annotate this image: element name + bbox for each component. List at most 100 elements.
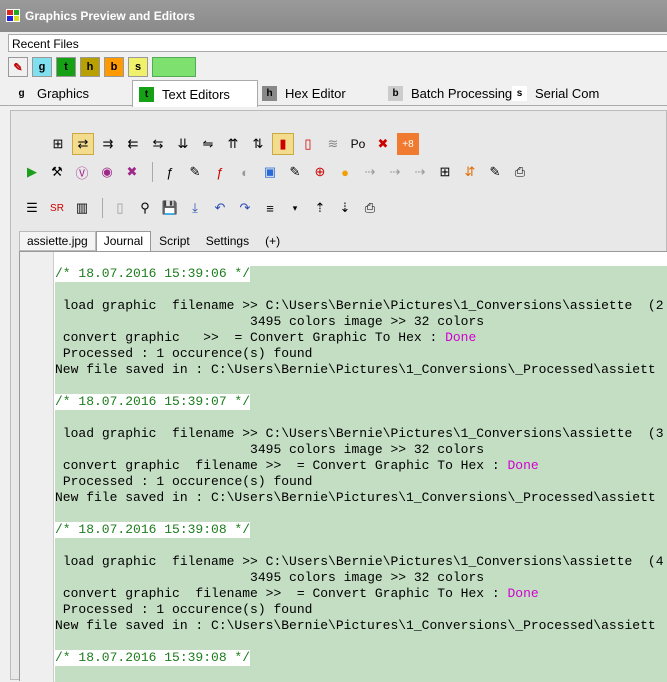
tab-label: Serial Com xyxy=(535,85,600,101)
orange-circle-icon[interactable]: ● xyxy=(334,161,356,183)
wave-icon[interactable]: ≋ xyxy=(322,133,344,155)
sort-up-icon[interactable]: ⇡ xyxy=(309,197,331,219)
window-title: Graphics Preview and Editors xyxy=(25,9,196,23)
b-icon: b xyxy=(388,85,403,101)
no-edit-icon[interactable]: ✎ xyxy=(8,57,28,77)
record-icon[interactable]: ◉ xyxy=(96,161,118,183)
log-line: convert graphic >> = Convert Graphic To … xyxy=(62,330,477,345)
columns-icon[interactable]: ▥ xyxy=(71,197,93,219)
tab-journal[interactable]: Journal xyxy=(95,231,152,251)
log-line: New file saved in : C:\Users\Bernie\Pict… xyxy=(55,490,656,505)
h-icon: h xyxy=(262,85,277,101)
g-icon: g xyxy=(18,87,25,99)
delete-red-icon[interactable]: ✖ xyxy=(372,133,394,155)
crop-icon[interactable]: ⇵ xyxy=(459,161,481,183)
h-key-icon[interactable]: h xyxy=(80,57,100,77)
half-circle-icon[interactable]: ◐ xyxy=(234,161,256,183)
square-icon[interactable]: ▣ xyxy=(259,161,281,183)
shift-down-icon[interactable]: ⇊ xyxy=(172,133,194,155)
tab-assiette[interactable]: assiette.jpg xyxy=(19,231,96,251)
v-icon[interactable]: Ⓥ xyxy=(71,161,93,183)
play-green-icon[interactable]: ▶ xyxy=(21,161,43,183)
format-icon[interactable]: ≡ xyxy=(259,197,281,219)
chip-icon[interactable]: ⊞ xyxy=(434,161,456,183)
dropdown-arrow-icon[interactable]: ▾ xyxy=(284,197,306,219)
tab-serial-com[interactable]: s Serial Com xyxy=(506,80,605,106)
flip-icon[interactable]: ⇅ xyxy=(247,133,269,155)
log-line: New file saved in : C:\Users\Bernie\Pict… xyxy=(55,362,656,377)
eraser-icon[interactable]: ✎ xyxy=(484,161,506,183)
tab-graphics[interactable]: g Graphics xyxy=(8,80,95,106)
cross-icon[interactable]: ✖ xyxy=(121,161,143,183)
sort-down-icon[interactable]: ⇣ xyxy=(334,197,356,219)
log-line: Processed : 1 occurence(s) found xyxy=(62,602,313,617)
save-icon[interactable]: 💾 xyxy=(159,197,181,219)
tab-text-editors[interactable]: t Text Editors xyxy=(132,80,258,107)
separator xyxy=(102,198,103,218)
bar-graph-icon[interactable]: ▮ xyxy=(272,133,294,155)
journal-text[interactable]: /* 18.07.2016 15:39:06 */ load graphic f… xyxy=(55,266,667,682)
tab-label: Text Editors xyxy=(162,86,230,102)
tab-label: Batch Processing xyxy=(411,85,513,101)
shift-up-icon[interactable]: ⇈ xyxy=(222,133,244,155)
timestamp: /* 18.07.2016 15:39:06 */ xyxy=(55,266,251,282)
timestamp: /* 18.07.2016 15:39:08 */ xyxy=(55,522,251,538)
log-line: convert graphic filename >> = Convert Gr… xyxy=(62,458,539,473)
log-line: Processed : 1 occurence(s) found xyxy=(62,346,313,361)
log-line: New file saved in : C:\Users\Bernie\Pict… xyxy=(55,618,656,633)
s-icon: s xyxy=(512,85,527,101)
tab-hex-editor[interactable]: h Hex Editor xyxy=(256,80,352,106)
brush-icon[interactable]: ✎ xyxy=(284,161,306,183)
tab-settings[interactable]: Settings xyxy=(198,231,257,251)
toolbar-row-2: ▶ ⚒ Ⓥ ◉ ✖ ƒ ✎ ƒ ◐ ▣ ✎ ⊕ ● ⇢ ⇢ ⇢ ⊞ ⇵ ✎ ⎙ xyxy=(21,159,534,185)
binoculars-icon[interactable]: ⚲ xyxy=(134,197,156,219)
arrow-grey3-icon[interactable]: ⇢ xyxy=(409,161,431,183)
redo-icon[interactable]: ↷ xyxy=(234,197,256,219)
print-icon[interactable]: ⎙ xyxy=(359,197,381,219)
g-key-icon[interactable]: g xyxy=(32,57,52,77)
bar-small-icon[interactable]: ▯ xyxy=(297,133,319,155)
toolbar-row-3: ☰ SR ▥ ▯ ⚲ 💾 ⤓ ↶ ↷ ≡ ▾ ⇡ ⇣ ⎙ xyxy=(21,195,384,221)
tools-icon[interactable]: ⚒ xyxy=(46,161,68,183)
main-tab-bar: g Graphics t Text Editors h Hex Editor b… xyxy=(0,80,667,107)
plus-eight-icon[interactable]: +8 xyxy=(397,133,419,155)
s-key-icon[interactable]: s xyxy=(128,57,148,77)
copy-grey-icon[interactable]: ▯ xyxy=(109,197,131,219)
printer-icon[interactable]: ⎙ xyxy=(509,161,531,183)
recent-files-field[interactable]: Recent Files xyxy=(8,34,667,52)
t-key-icon[interactable]: t xyxy=(56,57,76,77)
status-indicator xyxy=(152,57,196,77)
arrow-grey-icon[interactable]: ⇢ xyxy=(359,161,381,183)
app-icon xyxy=(6,9,20,22)
add-tab-button[interactable]: (+) xyxy=(257,231,288,251)
text-editors-panel: ⊞ ⇄ ⇉ ⇇ ⇆ ⇊ ⇋ ⇈ ⇅ ▮ ▯ ≋ Po ✖ +8 ▶ ⚒ Ⓥ ◉ … xyxy=(10,110,667,682)
quick-access-bar: ✎ g t h b s xyxy=(8,57,196,77)
tab-script[interactable]: Script xyxy=(151,231,198,251)
po-icon[interactable]: Po xyxy=(347,133,369,155)
grid-icon[interactable]: ⊞ xyxy=(47,133,69,155)
timestamp: /* 18.07.2016 15:39:08 */ xyxy=(55,650,251,666)
shift-left-icon[interactable]: ⇇ xyxy=(122,133,144,155)
toolbar-row-1: ⊞ ⇄ ⇉ ⇇ ⇆ ⇊ ⇋ ⇈ ⇅ ▮ ▯ ≋ Po ✖ +8 xyxy=(47,131,422,157)
shift-right-icon[interactable]: ⇉ xyxy=(97,133,119,155)
function-icon[interactable]: ƒ xyxy=(159,161,181,183)
document-tabs: assiette.jpg Journal Script Settings (+) xyxy=(19,231,288,251)
function-red-icon[interactable]: ƒ xyxy=(209,161,231,183)
list-icon[interactable]: ☰ xyxy=(21,197,43,219)
rotate-icon[interactable]: ⇋ xyxy=(197,133,219,155)
journal-editor[interactable]: /* 18.07.2016 15:39:06 */ load graphic f… xyxy=(19,251,667,682)
save-as-icon[interactable]: ⤓ xyxy=(184,197,206,219)
tab-batch-processing[interactable]: b Batch Processing xyxy=(382,80,518,106)
pen-icon[interactable]: ✎ xyxy=(184,161,206,183)
exchange-icon[interactable]: ⇆ xyxy=(147,133,169,155)
t-icon: t xyxy=(139,86,154,102)
undo-icon[interactable]: ↶ xyxy=(209,197,231,219)
search-replace-icon[interactable]: SR xyxy=(46,197,68,219)
title-bar: Graphics Preview and Editors xyxy=(0,0,667,32)
log-line: load graphic filename >> C:\Users\Bernie… xyxy=(62,298,664,313)
swap-icon[interactable]: ⇄ xyxy=(72,133,94,155)
add-frame-icon[interactable]: ⊕ xyxy=(309,161,331,183)
tab-label: Graphics xyxy=(37,85,90,101)
arrow-grey2-icon[interactable]: ⇢ xyxy=(384,161,406,183)
b-key-icon[interactable]: b xyxy=(104,57,124,77)
